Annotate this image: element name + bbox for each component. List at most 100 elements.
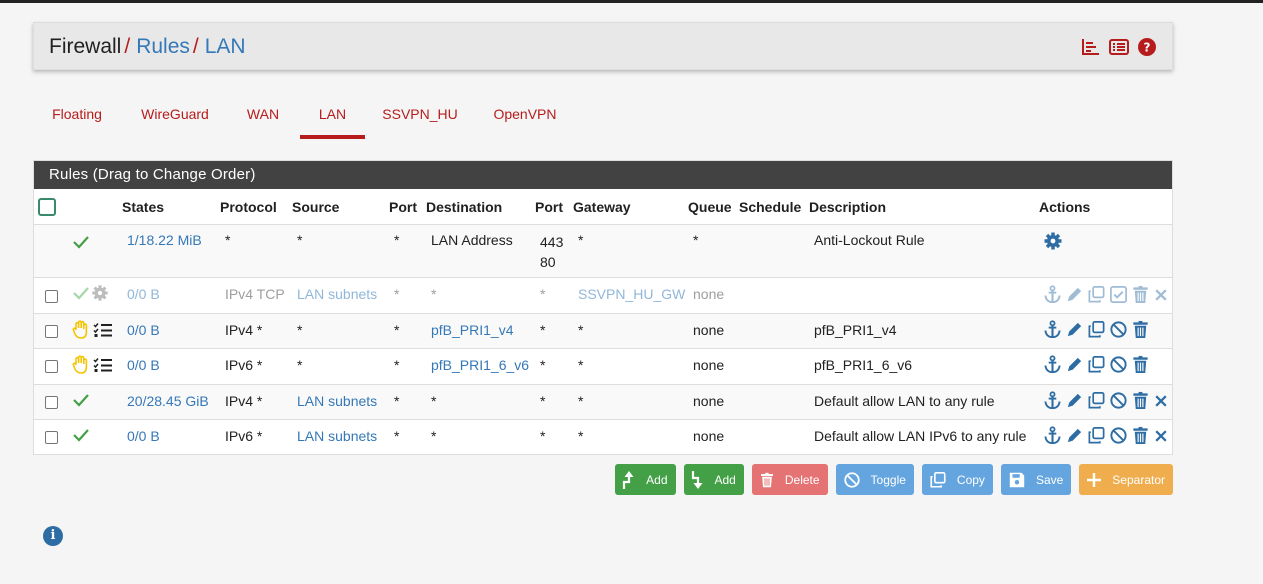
enable-icon[interactable] xyxy=(1109,285,1128,304)
copy-button[interactable]: Copy xyxy=(921,464,993,495)
help-icon[interactable]: ? xyxy=(1138,38,1156,56)
rule-source[interactable]: LAN subnets xyxy=(297,393,377,409)
disable-icon[interactable] xyxy=(1109,391,1128,410)
delete-button[interactable]: Delete xyxy=(751,464,828,495)
tab-wan[interactable]: WAN xyxy=(238,100,288,139)
table-row[interactable]: 0/0 B IPv4 * * * pfB_PRI1_v4 * * none pf… xyxy=(34,314,1172,349)
tab-ssvpn-hu[interactable]: SSVPN_HU xyxy=(378,100,462,139)
add-bottom-button[interactable]: Add xyxy=(683,464,744,495)
col-protocol[interactable]: Protocol xyxy=(220,199,277,215)
select-all-checkbox[interactable] xyxy=(38,198,56,216)
rule-states[interactable]: 20/28.45 GiB xyxy=(127,393,209,409)
edit-icon[interactable] xyxy=(1065,285,1084,304)
copy-icon xyxy=(930,471,946,488)
tab-lan[interactable]: LAN xyxy=(300,100,365,139)
rule-dest-port: 443 80 xyxy=(540,232,563,272)
row-actions xyxy=(1043,320,1150,339)
rule-destination: * xyxy=(431,428,437,444)
col-states[interactable]: States xyxy=(122,199,164,215)
info-icon[interactable]: i xyxy=(43,526,63,546)
row-checkbox[interactable] xyxy=(45,396,58,409)
anchor-icon[interactable] xyxy=(1043,426,1062,445)
rule-port: * xyxy=(394,232,400,248)
breadcrumb-firewall: Firewall xyxy=(49,35,122,58)
trash-icon[interactable] xyxy=(1131,355,1150,374)
edit-icon[interactable] xyxy=(1065,320,1084,339)
anchor-icon[interactable] xyxy=(1043,355,1062,374)
delete-label: Delete xyxy=(784,472,820,487)
table-row[interactable]: 0/0 B IPv4 TCP LAN subnets * * * SSVPN_H… xyxy=(34,278,1172,314)
copy-icon[interactable] xyxy=(1087,391,1106,410)
table-row[interactable]: 1/18.22 MiB * * * LAN Address 443 80 * * … xyxy=(34,225,1172,278)
toggle-button[interactable]: Toggle xyxy=(835,464,914,495)
col-port[interactable]: Port xyxy=(389,199,417,215)
close-icon[interactable] xyxy=(1153,393,1169,409)
close-icon[interactable] xyxy=(1153,287,1169,303)
trash-icon[interactable] xyxy=(1131,320,1150,339)
add-top-button[interactable]: Add xyxy=(615,464,676,495)
gear-icon[interactable] xyxy=(1043,231,1063,254)
rule-dest-port: * xyxy=(540,428,546,444)
edit-icon[interactable] xyxy=(1065,355,1084,374)
hand-stop-icon xyxy=(72,320,90,343)
rule-protocol: IPv4 TCP xyxy=(225,286,285,302)
col-gateway[interactable]: Gateway xyxy=(573,199,631,215)
copy-icon[interactable] xyxy=(1087,285,1106,304)
tab-openvpn[interactable]: OpenVPN xyxy=(488,100,562,139)
rule-states[interactable]: 0/0 B xyxy=(127,322,160,338)
col-source[interactable]: Source xyxy=(292,199,339,215)
row-checkbox[interactable] xyxy=(45,360,58,373)
col-description[interactable]: Description xyxy=(809,199,886,215)
rule-source[interactable]: LAN subnets xyxy=(297,286,377,302)
row-actions xyxy=(1043,391,1169,410)
disable-icon[interactable] xyxy=(1109,320,1128,339)
edit-icon[interactable] xyxy=(1065,426,1084,445)
rule-source[interactable]: LAN subnets xyxy=(297,428,377,444)
panel-title: Rules (Drag to Change Order) xyxy=(34,161,1172,189)
add-top-label: Add xyxy=(646,472,668,487)
trash-icon[interactable] xyxy=(1131,426,1150,445)
col-schedule[interactable]: Schedule xyxy=(739,199,801,215)
rule-destination[interactable]: pfB_PRI1_6_v6 xyxy=(431,357,529,373)
anchor-icon[interactable] xyxy=(1043,285,1062,304)
disable-icon[interactable] xyxy=(1109,355,1128,374)
copy-icon[interactable] xyxy=(1087,320,1106,339)
disable-icon[interactable] xyxy=(1109,426,1128,445)
edit-icon[interactable] xyxy=(1065,391,1084,410)
table-row[interactable]: 0/0 B IPv6 * * * pfB_PRI1_6_v6 * * none … xyxy=(34,349,1172,385)
row-checkbox[interactable] xyxy=(45,431,58,444)
table-row[interactable]: 0/0 B IPv6 * LAN subnets * * * * none De… xyxy=(34,420,1172,455)
copy-icon[interactable] xyxy=(1087,426,1106,445)
rule-protocol: IPv6 * xyxy=(225,428,263,444)
tab-floating[interactable]: Floating xyxy=(39,100,115,139)
table-row[interactable]: 20/28.45 GiB IPv4 * LAN subnets * * * * … xyxy=(34,385,1172,420)
copy-icon[interactable] xyxy=(1087,355,1106,374)
col-destination[interactable]: Destination xyxy=(426,199,502,215)
row-checkbox[interactable] xyxy=(45,290,58,303)
rule-states[interactable]: 1/18.22 MiB xyxy=(127,232,202,248)
breadcrumb-rules-link[interactable]: Rules xyxy=(136,35,190,58)
anchor-icon[interactable] xyxy=(1043,320,1062,339)
col-dest-port[interactable]: Port xyxy=(535,199,563,215)
rule-states[interactable]: 0/0 B xyxy=(127,286,160,302)
rule-description: pfB_PRI1_v4 xyxy=(814,322,897,338)
breadcrumb-lan-link[interactable]: LAN xyxy=(205,35,246,58)
tab-wireguard[interactable]: WireGuard xyxy=(135,100,215,139)
anchor-icon[interactable] xyxy=(1043,391,1062,410)
rule-states[interactable]: 0/0 B xyxy=(127,428,160,444)
chart-icon[interactable] xyxy=(1082,39,1100,55)
col-queue[interactable]: Queue xyxy=(688,199,732,215)
trash-icon[interactable] xyxy=(1131,391,1150,410)
row-checkbox[interactable] xyxy=(45,325,58,338)
ban-icon xyxy=(843,471,860,488)
rule-gateway[interactable]: SSVPN_HU_GW xyxy=(578,286,685,302)
arrow-up-icon xyxy=(623,470,634,489)
trash-icon[interactable] xyxy=(1131,285,1150,304)
rule-destination[interactable]: pfB_PRI1_v4 xyxy=(431,322,514,338)
rule-states[interactable]: 0/0 B xyxy=(127,357,160,373)
save-button[interactable]: Save xyxy=(1000,464,1072,495)
check-icon xyxy=(72,286,90,303)
list-icon[interactable] xyxy=(1109,39,1129,55)
close-icon[interactable] xyxy=(1153,428,1169,444)
separator-button[interactable]: Separator xyxy=(1079,464,1173,495)
